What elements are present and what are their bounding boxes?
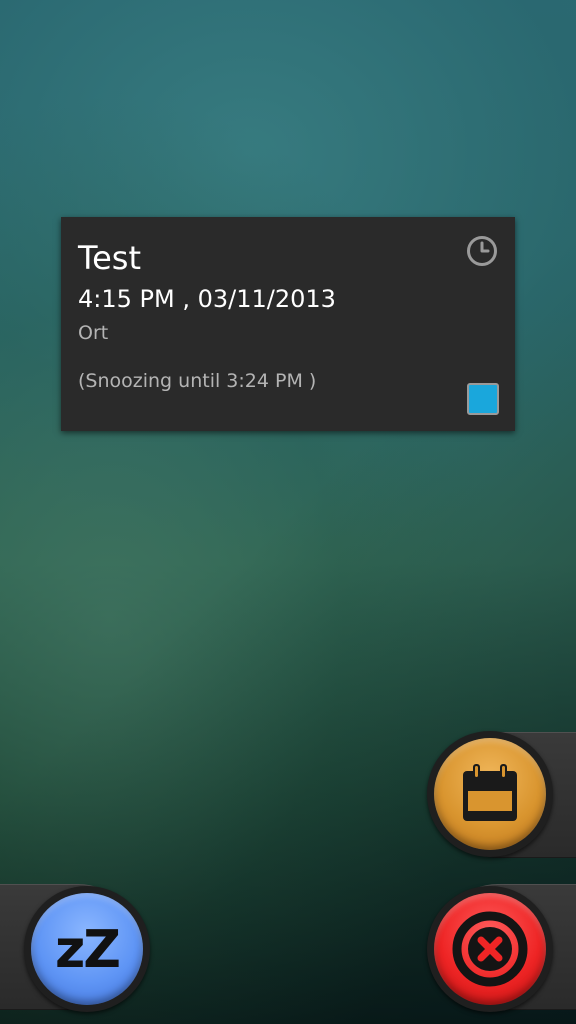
dismiss-button[interactable]	[427, 886, 553, 1012]
reminder-title: Test	[78, 239, 142, 277]
snooze-button[interactable]: zZ	[24, 886, 150, 1012]
reminder-datetime: 4:15 PM , 03/11/2013	[78, 285, 336, 313]
reminder-card[interactable]: Test 4:15 PM , 03/11/2013 Ort (Snoozing …	[61, 217, 515, 431]
open-calendar-button[interactable]	[427, 731, 553, 857]
close-circle-icon	[452, 911, 528, 987]
snooze-status: (Snoozing until 3:24 PM )	[78, 370, 317, 392]
calendar-icon	[463, 764, 517, 821]
clock-icon	[467, 236, 497, 266]
lock-screen-background: Test 4:15 PM , 03/11/2013 Ort (Snoozing …	[0, 0, 576, 1024]
snooze-icon: zZ	[55, 920, 121, 980]
reminder-location: Ort	[78, 322, 109, 344]
calendar-color-chip	[467, 383, 499, 415]
